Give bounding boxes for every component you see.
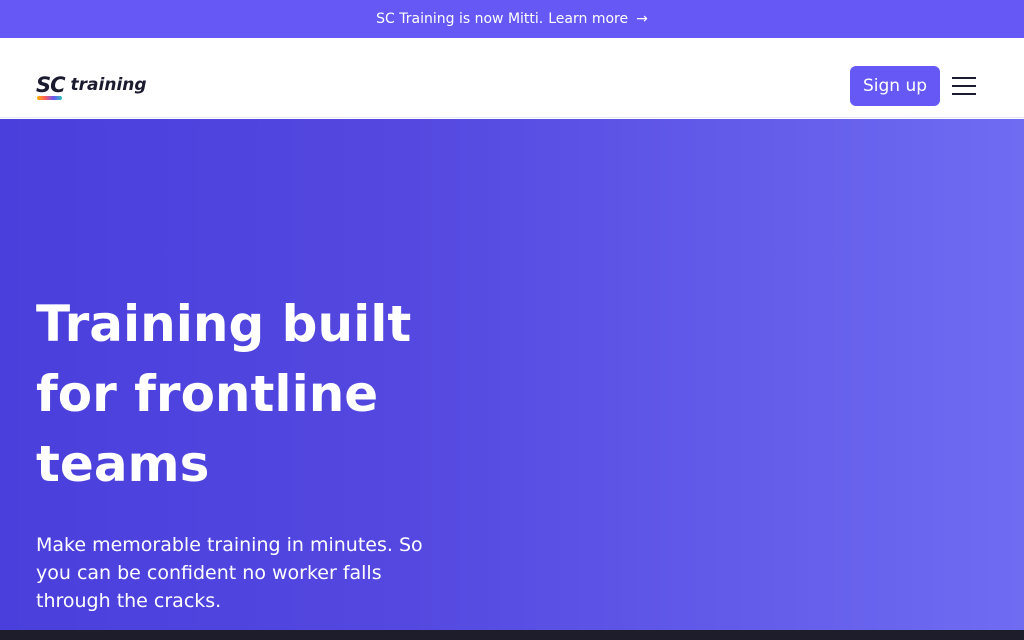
hero-subheadline: Make memorable training in minutes. So y… [36,534,423,612]
sc-training-logo[interactable]: SC training [36,72,147,100]
logo-wordmark: training [70,75,147,95]
logo-swoosh-icon [37,95,62,100]
hero-section: Training built for frontline teams Make … [0,119,1024,630]
hero-headline: Training built for frontline teams [36,295,412,493]
sign-up-button[interactable]: Sign up [850,66,940,106]
announcement-text: SC Training is now Mitti. [376,11,544,27]
arrow-right-icon[interactable]: → [636,11,648,27]
dark-section-edge [0,630,1024,640]
logo-mark-text: SC [36,72,66,97]
announcement-bar: SC Training is now Mitti. Learn more → [0,0,1024,38]
hamburger-menu-icon[interactable] [950,72,978,100]
learn-more-link[interactable]: Learn more [548,11,628,27]
logo-mark: SC [36,72,66,100]
top-navigation: SC training Sign up [0,38,1024,118]
